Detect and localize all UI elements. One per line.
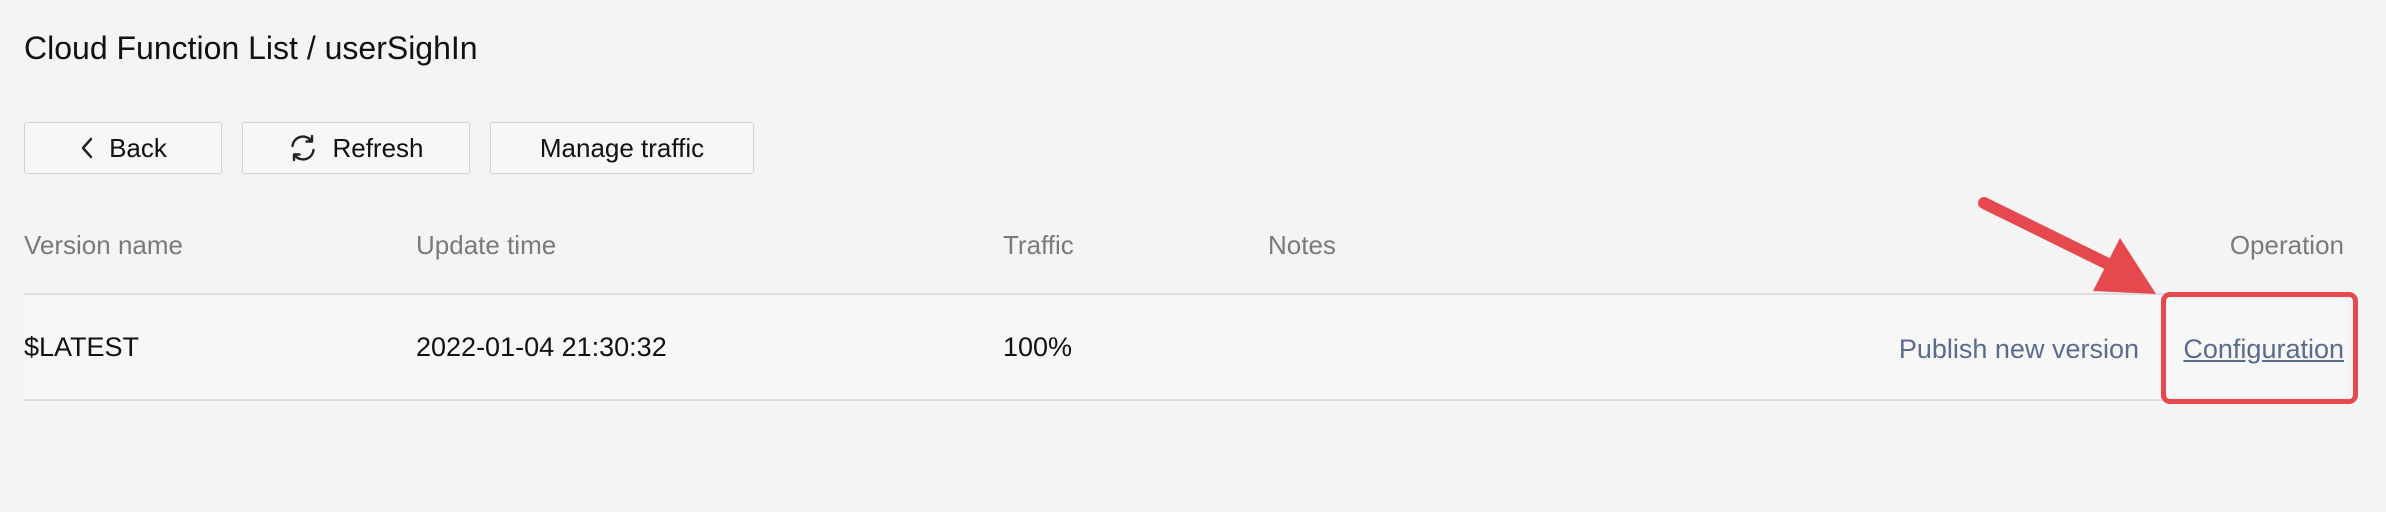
- function-version-page: Cloud Function List / userSighIn Back Re…: [0, 0, 2386, 512]
- arrow-icon: [1978, 197, 2156, 294]
